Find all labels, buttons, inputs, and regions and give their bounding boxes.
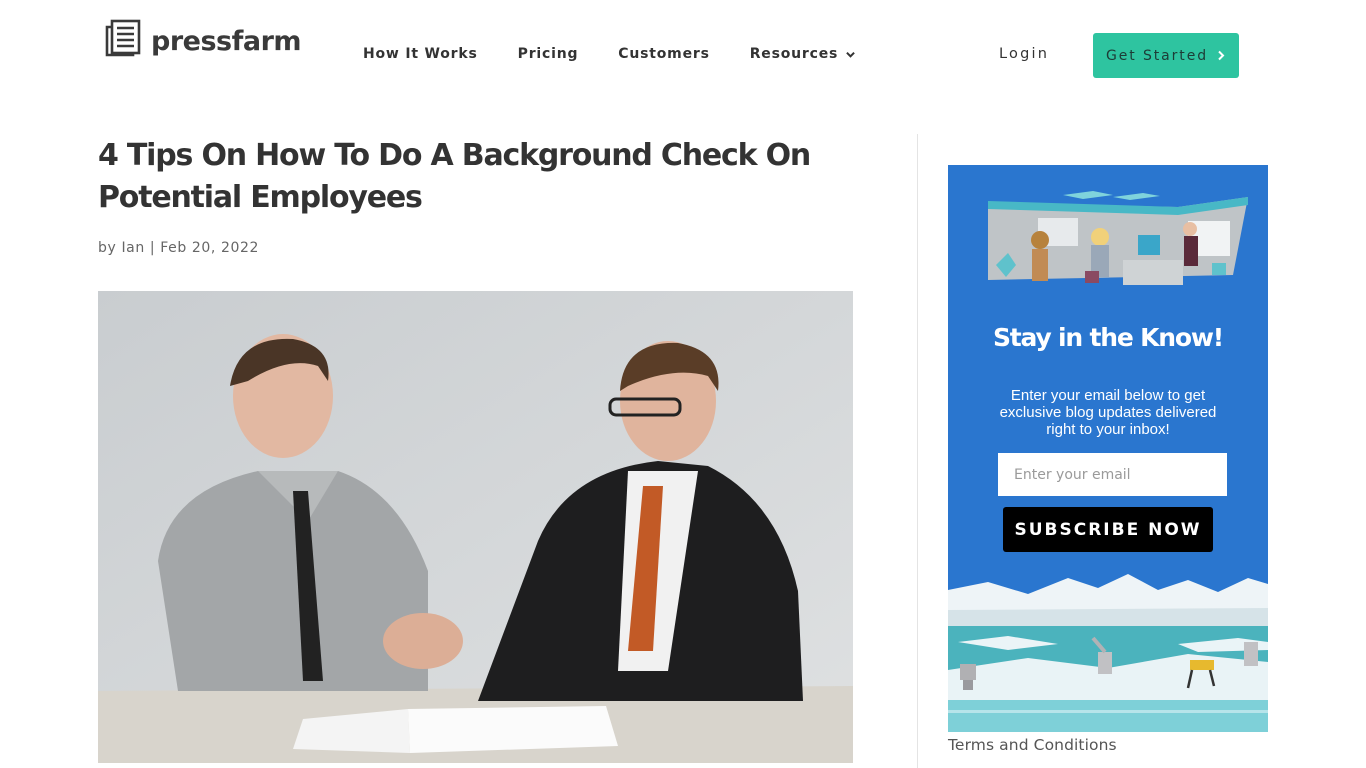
terms-link[interactable]: Terms and Conditions <box>948 736 1117 754</box>
nav-label: Pricing <box>517 46 579 62</box>
widget-description: Enter your email below to get exclusive … <box>999 387 1217 438</box>
author-link[interactable]: Ian <box>121 240 144 256</box>
nav-pricing[interactable]: Pricing <box>518 46 579 62</box>
widget-title: Stay in the Know! <box>993 323 1224 352</box>
login-link[interactable]: Login <box>999 46 1049 62</box>
main-nav: How It Works Pricing Customers Resources <box>363 46 855 62</box>
chevron-down-icon <box>846 51 855 58</box>
logo-text: pressfarm <box>151 25 302 57</box>
nav-label: Customers <box>618 46 710 62</box>
subscribe-button[interactable]: SUBSCRIBE NOW <box>1003 507 1213 552</box>
hero-image <box>98 291 853 763</box>
site-header: pressfarm How It Works Pricing Customers… <box>0 0 1366 110</box>
logo[interactable]: pressfarm <box>105 19 302 57</box>
nav-how-it-works[interactable]: How It Works <box>363 46 478 62</box>
author-prefix: by <box>98 240 117 256</box>
publish-date: Feb 20, 2022 <box>160 240 260 256</box>
handshake-photo <box>98 291 853 763</box>
arctic-robots-illustration <box>948 574 1268 732</box>
nav-customers[interactable]: Customers <box>618 46 709 62</box>
nav-label: Resources <box>749 46 839 62</box>
newsletter-widget: Stay in the Know! Enter your email below… <box>948 165 1268 732</box>
newspaper-logo-icon <box>105 19 141 57</box>
nav-resources[interactable]: Resources <box>750 46 855 62</box>
nav-label: How It Works <box>363 46 478 62</box>
get-started-label: Get Started <box>1106 47 1209 64</box>
sidebar-divider <box>917 134 918 768</box>
chevron-right-icon <box>1218 50 1225 61</box>
meta-separator: | <box>149 240 156 256</box>
get-started-button[interactable]: Get Started <box>1093 33 1239 78</box>
article-meta: by Ian | Feb 20, 2022 <box>98 240 259 256</box>
article-title: 4 Tips On How To Do A Background Check O… <box>98 138 811 215</box>
email-input[interactable] <box>998 453 1227 496</box>
office-illustration <box>988 191 1248 285</box>
